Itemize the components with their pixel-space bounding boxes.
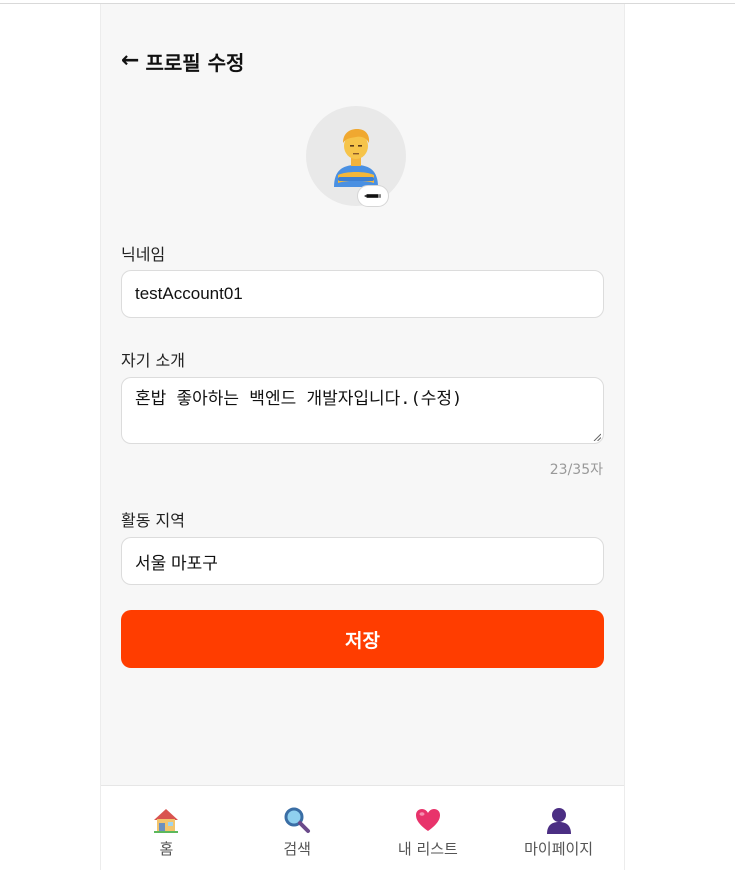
region-input[interactable] [121,537,604,585]
nickname-input[interactable] [121,270,604,318]
nav-label-my-list: 내 리스트 [397,840,458,858]
nav-item-my-list[interactable]: 내 리스트 [363,786,494,870]
pencil-icon[interactable] [357,185,389,207]
resize-handle-icon[interactable] [593,433,601,441]
heart-icon [415,809,440,831]
nav-label-home: 홈 [159,840,174,858]
nickname-label: 닉네임 [121,245,166,264]
nav-label-my-page: 마이페이지 [524,840,594,858]
save-button[interactable]: 저장 [121,610,604,668]
bio-char-counter: 23/35자 [549,462,603,478]
user-icon [546,808,571,834]
bio-textarea[interactable]: 혼밥 좋아하는 백엔드 개발자입니다.(수정) [121,377,604,444]
bio-label: 자기 소개 [121,351,185,370]
region-label: 활동 지역 [121,511,185,530]
nav-item-home[interactable]: 홈 [101,786,232,870]
left-arrow-icon[interactable]: ← [121,50,139,72]
profile-edit-screen: ← 프로필 수정 닉네임 testAccount01 자기 소개 혼밥 좋아하는… [100,4,625,870]
nav-item-my-page[interactable]: 마이페이지 [493,786,624,870]
header: ← 프로필 수정 [121,46,244,76]
house-icon [154,809,179,833]
magnifier-icon [284,807,311,833]
bottom-nav: 홈 검색 내 리스트 마이페이지 [101,785,624,870]
nav-item-search[interactable]: 검색 [232,786,363,870]
page-title: 프로필 수정 [145,50,245,75]
person-emoji-icon [306,106,406,206]
profile-avatar[interactable] [306,106,406,207]
nav-label-search: 검색 [283,840,311,858]
